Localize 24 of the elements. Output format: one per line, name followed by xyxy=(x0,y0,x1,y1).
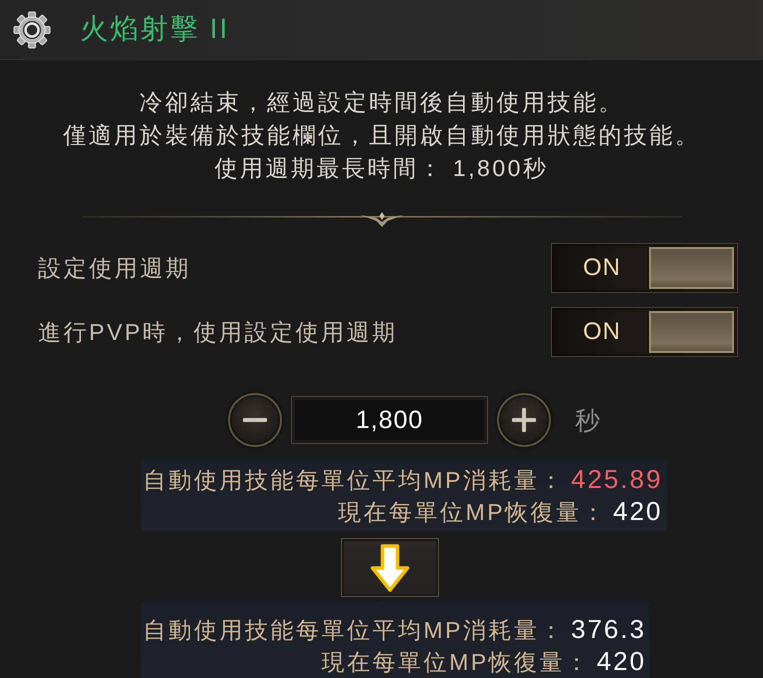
skill-title: 火焰射擊 II xyxy=(80,12,230,46)
mp-stat-label: 現在每單位MP恢復量： xyxy=(338,498,608,527)
mp-stat-value: 420 xyxy=(613,496,663,527)
gear-icon xyxy=(13,10,51,48)
setting-label: 進行PVP時，使用設定使用週期 xyxy=(38,318,398,346)
mp-stat-label: 自動使用技能每單位平均MP消耗量： xyxy=(143,466,565,495)
interval-field[interactable]: 1,800 xyxy=(291,396,488,444)
setting-label: 設定使用週期 xyxy=(38,254,191,282)
mp-stat-value: 376.3 xyxy=(571,614,646,645)
down-arrow-icon xyxy=(370,544,410,592)
max-duration-text: 使用週期最長時間： 1,800秒 xyxy=(214,154,550,183)
toggle-switch[interactable]: ON xyxy=(551,243,738,293)
mp-stat-label: 自動使用技能每單位平均MP消耗量： xyxy=(143,616,565,645)
mp-stat-value: 425.89 xyxy=(571,464,663,495)
description-text: 冷卻結束，經過設定時間後自動使用技能。 xyxy=(138,88,625,117)
minus-icon xyxy=(243,418,267,422)
mp-stat-label: 現在每單位MP恢復量： xyxy=(322,648,591,677)
description-text: 僅適用於裝備於技能欄位，且開啟自動使用狀態的技能。 xyxy=(62,121,700,150)
unit-label: 秒 xyxy=(575,406,600,436)
mp-stat-value: 420 xyxy=(596,646,646,677)
plus-button[interactable] xyxy=(497,393,551,447)
toggle-switch[interactable]: ON xyxy=(551,307,738,357)
plus-icon xyxy=(512,408,536,432)
minus-button[interactable] xyxy=(228,393,282,447)
